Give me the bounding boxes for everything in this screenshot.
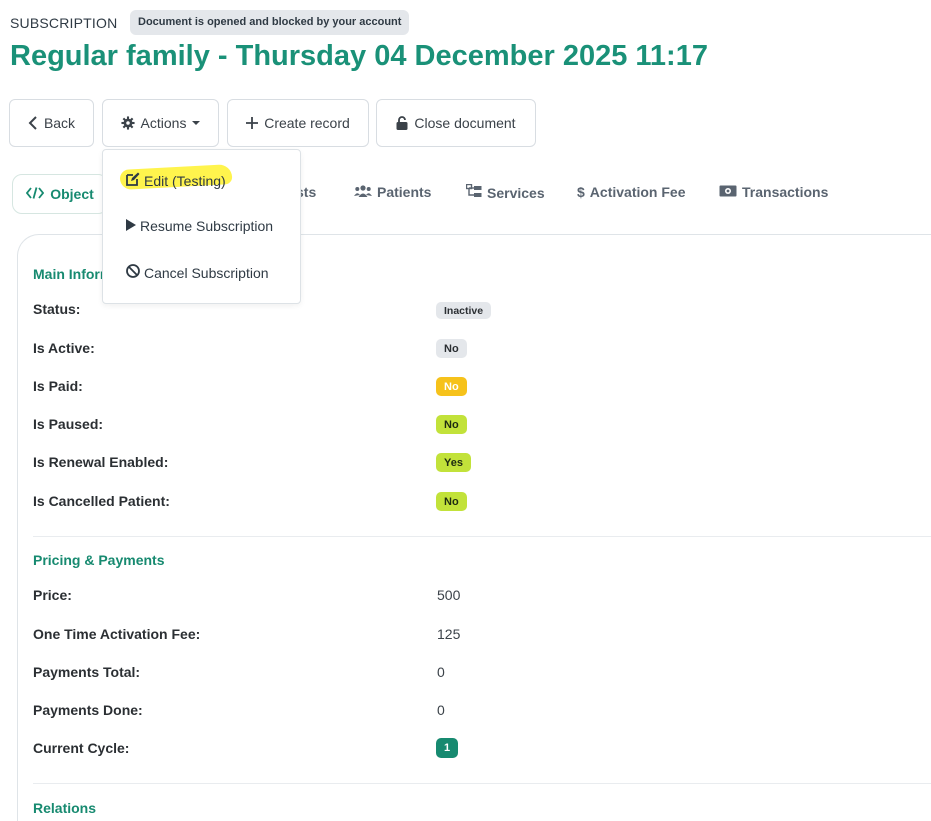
page-title: Regular family - Thursday 04 December 20… (10, 40, 708, 72)
close-document-button-label: Close document (414, 115, 516, 131)
actions-button[interactable]: Actions (102, 99, 219, 147)
tab-transactions-label: Transactions (742, 184, 829, 200)
gear-icon (120, 116, 135, 130)
tab-services[interactable]: Services (465, 183, 545, 201)
actions-button-label: Actions (140, 115, 187, 131)
is-paid-badge: No (436, 377, 467, 396)
actions-dropdown-menu: Edit (Testing) Resume Subscription Cance… (102, 149, 301, 304)
current-cycle-label: Current Cycle: (33, 740, 130, 756)
menu-item-edit-label: Edit (Testing) (144, 172, 226, 189)
code-icon (26, 186, 45, 202)
pricing-payments-title: Pricing & Payments (33, 552, 165, 568)
is-cancelled-patient-label: Is Cancelled Patient: (33, 493, 170, 509)
is-paused-label: Is Paused: (33, 416, 104, 432)
tab-patients[interactable]: Patients (354, 184, 431, 200)
is-cancelled-patient-badge: No (436, 492, 467, 511)
details-panel (17, 234, 931, 821)
menu-item-edit[interactable]: Edit (Testing) (126, 172, 226, 189)
is-active-badge: No (436, 339, 467, 358)
relations-title: Relations (33, 800, 97, 816)
tab-patients-label: Patients (377, 184, 432, 200)
caret-down-icon (192, 120, 201, 126)
is-renewal-enabled-label: Is Renewal Enabled: (33, 454, 169, 470)
status-badge: Inactive (436, 302, 492, 319)
sitemap-icon (465, 183, 482, 201)
menu-item-resume-label: Resume Subscription (140, 218, 274, 234)
current-cycle-badge: 1 (436, 738, 459, 758)
close-document-button[interactable]: Close document (376, 99, 536, 147)
plus-icon (246, 117, 259, 129)
is-active-label: Is Active: (33, 340, 95, 356)
price-value: 500 (437, 587, 461, 603)
section-divider (33, 536, 931, 537)
menu-item-cancel-label: Cancel Subscription (144, 264, 269, 281)
chevron-left-icon (28, 116, 38, 130)
menu-item-cancel-subscription[interactable]: Cancel Subscription (126, 264, 269, 281)
is-paid-label: Is Paid: (33, 378, 83, 394)
payments-total-label: Payments Total: (33, 664, 141, 680)
is-paused-badge: No (436, 415, 467, 434)
unlock-icon (396, 116, 408, 130)
payments-done-label: Payments Done: (33, 702, 143, 718)
back-button-label: Back (43, 115, 76, 131)
main-information-title: Main Inforn (33, 266, 109, 282)
section-divider (33, 783, 931, 784)
tab-object[interactable]: Object (12, 174, 108, 214)
dollar-icon: $ (577, 184, 585, 200)
ban-icon (126, 264, 140, 281)
tab-activation-fee-label: Activation Fee (589, 184, 686, 200)
payments-total-value: 0 (437, 664, 445, 680)
money-bill-icon (719, 184, 737, 200)
price-label: Price: (33, 587, 72, 603)
tab-activation-fee[interactable]: $ Activation Fee (577, 184, 686, 200)
tab-object-label: Object (50, 186, 94, 202)
edit-icon (126, 172, 140, 189)
activation-fee-label: One Time Activation Fee: (33, 626, 201, 642)
payments-done-value: 0 (437, 702, 445, 718)
create-record-button-label: Create record (264, 115, 350, 131)
tab-transactions[interactable]: Transactions (719, 184, 828, 200)
users-icon (354, 184, 372, 200)
tab-services-label: Services (487, 184, 545, 201)
menu-item-resume-subscription[interactable]: Resume Subscription (126, 218, 273, 234)
create-record-button[interactable]: Create record (227, 99, 369, 147)
play-icon (126, 218, 136, 234)
activation-fee-value: 125 (437, 626, 461, 642)
document-type-label: SUBSCRIPTION (10, 15, 118, 31)
back-button[interactable]: Back (9, 99, 94, 147)
is-renewal-enabled-badge: Yes (436, 453, 471, 472)
lock-status-badge: Document is opened and blocked by your a… (130, 10, 410, 35)
status-label: Status: (33, 301, 81, 317)
